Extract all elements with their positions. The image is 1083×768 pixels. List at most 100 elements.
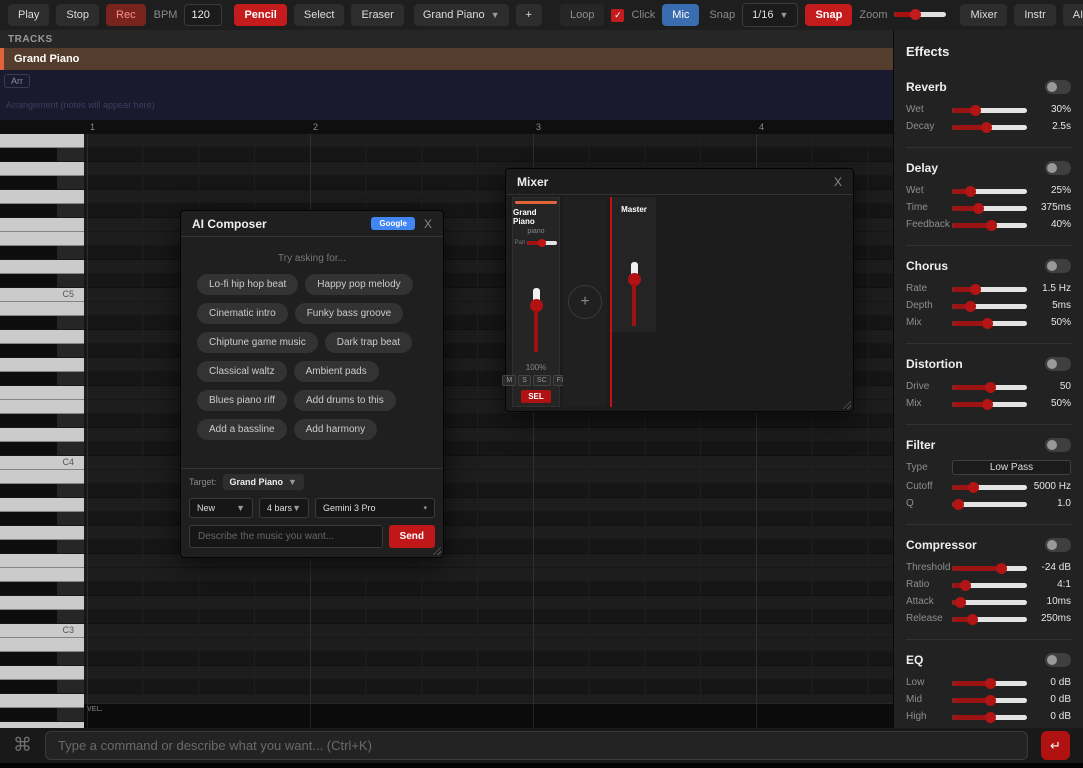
channel-s-button[interactable]: S	[518, 375, 531, 386]
piano-key-B4[interactable]	[0, 302, 84, 316]
piano-key-Gs5[interactable]	[0, 176, 84, 190]
instrument-select[interactable]: Grand Piano ▼	[413, 4, 509, 26]
snap-value-select[interactable]: 1/16 ▼	[742, 3, 799, 27]
slider-thumb[interactable]	[954, 596, 966, 608]
suggestion-chip-add-drums-to-this[interactable]: Add drums to this	[293, 390, 396, 411]
chorus-rate-slider[interactable]	[952, 283, 1027, 295]
chorus-depth-slider[interactable]	[952, 300, 1027, 312]
piano-key-A5[interactable]	[0, 162, 84, 176]
model-select[interactable]: Gemini 3 Pro ▾	[315, 498, 435, 518]
slider-thumb[interactable]	[995, 562, 1007, 574]
suggestion-chip-cinematic-intro[interactable]: Cinematic intro	[197, 303, 288, 324]
filter-q-slider[interactable]	[952, 498, 1027, 510]
piano-key-A2[interactable]	[0, 666, 84, 680]
eq-low-slider[interactable]	[952, 677, 1027, 689]
pan-thumb[interactable]	[538, 239, 547, 247]
piano-key-E5[interactable]	[0, 232, 84, 246]
piano-key-A3[interactable]	[0, 498, 84, 512]
suggestion-chip-dark-trap-beat[interactable]: Dark trap beat	[324, 332, 413, 353]
distortion-drive-slider[interactable]	[952, 381, 1027, 393]
piano-key-Gs2[interactable]	[0, 680, 84, 694]
target-select[interactable]: Grand Piano ▼	[222, 474, 304, 490]
piano-key-B5[interactable]	[0, 134, 84, 148]
delay-feedback-slider[interactable]	[952, 219, 1027, 231]
piano-key-As4[interactable]	[0, 316, 84, 330]
distortion-mix-slider[interactable]	[952, 398, 1027, 410]
grid-row[interactable]	[84, 638, 893, 652]
piano-key-As3[interactable]	[0, 484, 84, 498]
piano-key-Cs3[interactable]	[0, 610, 84, 624]
piano-key-Ds5[interactable]	[0, 246, 84, 260]
eq-mid-slider[interactable]	[952, 694, 1027, 706]
slider-thumb[interactable]	[984, 381, 996, 393]
piano-key-C3[interactable]: C3	[0, 624, 84, 638]
piano-key-Gs3[interactable]	[0, 512, 84, 526]
channel-sel-button[interactable]: SEL	[521, 390, 551, 403]
slider-thumb[interactable]	[986, 219, 997, 231]
grid-row[interactable]	[84, 134, 893, 148]
velocity-lane[interactable]: VEL.	[84, 703, 893, 728]
suggestion-chip-add-harmony[interactable]: Add harmony	[293, 419, 378, 440]
slider-thumb[interactable]	[969, 104, 981, 116]
close-icon[interactable]: X	[834, 175, 842, 189]
slider-thumb[interactable]	[984, 711, 996, 723]
panel-button-instr[interactable]: Instr	[1014, 4, 1056, 26]
chorus-mix-slider[interactable]	[952, 317, 1027, 329]
piano-key-Fs5[interactable]	[0, 204, 84, 218]
slider-thumb[interactable]	[959, 579, 971, 591]
command-input[interactable]	[45, 731, 1028, 760]
suggestion-chip-blues-piano-riff[interactable]: Blues piano riff	[197, 390, 287, 411]
channel-volume-fader[interactable]	[529, 288, 543, 352]
mic-button[interactable]: Mic	[662, 4, 700, 26]
slider-thumb[interactable]	[980, 121, 992, 133]
pencil-tool-button[interactable]: Pencil	[234, 4, 287, 26]
slider-thumb[interactable]	[967, 613, 979, 625]
piano-key-B2[interactable]	[0, 638, 84, 652]
grid-row[interactable]	[84, 652, 893, 666]
track-row-grand-piano[interactable]: Grand Piano	[0, 48, 893, 70]
click-checkbox[interactable]: ✓	[611, 8, 625, 22]
piano-key-F3[interactable]	[0, 554, 84, 568]
slider-thumb[interactable]	[965, 300, 976, 312]
suggestion-chip-lo-fi-hip-hop-beat[interactable]: Lo-fi hip hop beat	[197, 274, 299, 295]
filter-cutoff-slider[interactable]	[952, 481, 1027, 493]
slider-thumb[interactable]	[968, 481, 979, 493]
piano-key-E3[interactable]	[0, 568, 84, 582]
piano-key-As2[interactable]	[0, 652, 84, 666]
slider-thumb[interactable]	[969, 283, 981, 295]
delay-wet-slider[interactable]	[952, 185, 1027, 197]
piano-key-Cs5[interactable]	[0, 274, 84, 288]
grid-row[interactable]	[84, 624, 893, 638]
select-tool-button[interactable]: Select	[293, 4, 345, 26]
master-volume-fader[interactable]	[627, 262, 641, 326]
suggestion-chip-classical-waltz[interactable]: Classical waltz	[197, 361, 287, 382]
zoom-slider-thumb[interactable]	[910, 9, 922, 20]
slider-thumb[interactable]	[953, 498, 964, 510]
arrangement-lane[interactable]: Arr Arrangement (notes will appear here)	[0, 70, 893, 120]
distortion-toggle[interactable]	[1045, 357, 1071, 371]
piano-key-G4[interactable]	[0, 358, 84, 372]
suggestion-chip-chiptune-game-music[interactable]: Chiptune game music	[197, 332, 318, 353]
piano-key-Ds4[interactable]	[0, 414, 84, 428]
play-button[interactable]: Play	[8, 4, 50, 26]
piano-key-F5[interactable]	[0, 218, 84, 232]
grid-row[interactable]	[84, 582, 893, 596]
compressor-threshold-slider[interactable]	[952, 562, 1027, 574]
piano-key-Ds3[interactable]	[0, 582, 84, 596]
reverb-wet-slider[interactable]	[952, 104, 1027, 116]
add-track-button[interactable]: +	[515, 4, 542, 26]
slider-thumb[interactable]	[973, 202, 985, 214]
delay-time-slider[interactable]	[952, 202, 1027, 214]
piano-key-E4[interactable]	[0, 400, 84, 414]
grid-row[interactable]	[84, 680, 893, 694]
suggestion-chip-add-a-bassline[interactable]: Add a bassline	[197, 419, 287, 440]
length-select[interactable]: 4 bars ▼	[259, 498, 309, 518]
filter-type-select[interactable]: Low Pass	[952, 460, 1071, 475]
music-prompt-input[interactable]	[189, 525, 383, 548]
filter-toggle[interactable]	[1045, 438, 1071, 452]
grid-row[interactable]	[84, 148, 893, 162]
piano-key-D3[interactable]	[0, 596, 84, 610]
piano-key-D5[interactable]	[0, 260, 84, 274]
suggestion-chip-funky-bass-groove[interactable]: Funky bass groove	[294, 303, 404, 324]
channel-strip-grand-piano[interactable]: Grand Piano piano Pan 100% M S SC FX SEL	[502, 197, 570, 407]
